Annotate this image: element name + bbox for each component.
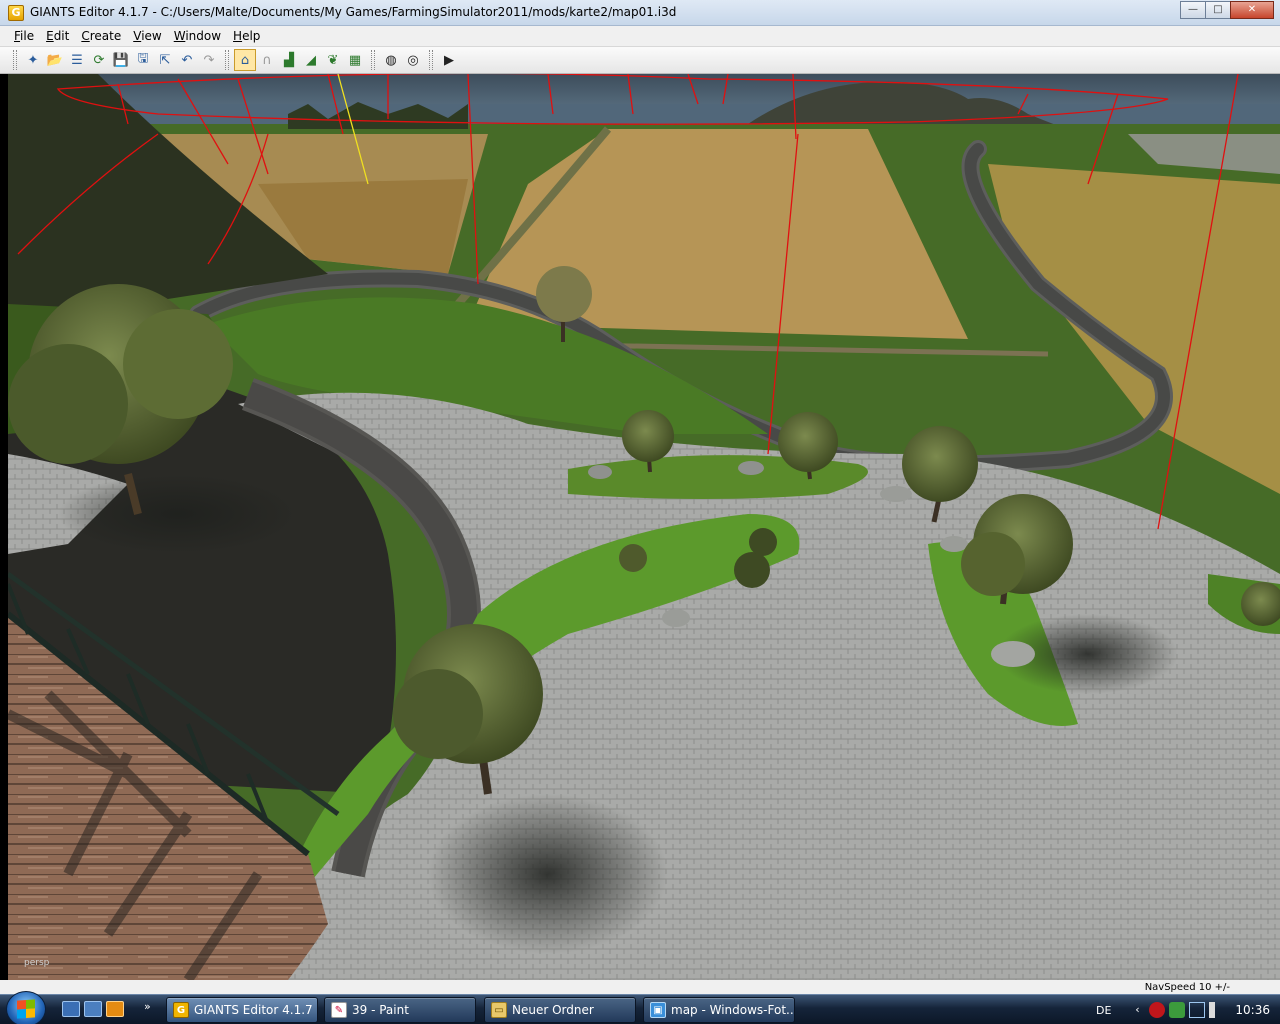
grid-settings-icon: ◎: [407, 52, 419, 68]
language-indicator[interactable]: DE: [1096, 1004, 1111, 1017]
window-title: GIANTS Editor 4.1.7 - C:/Users/Malte/Doc…: [30, 5, 677, 19]
photo-viewer-icon: ▣: [650, 1002, 666, 1018]
export-icon: ⇱: [159, 52, 171, 68]
minimize-icon: —: [1188, 4, 1198, 15]
task-label: map - Windows-Fot...: [671, 1003, 795, 1017]
snap-button[interactable]: ∩: [256, 49, 278, 71]
menu-window[interactable]: Window: [168, 29, 227, 43]
grid-settings-button[interactable]: ◎: [402, 49, 424, 71]
show-hidden-icons-icon[interactable]: ‹: [1129, 1002, 1145, 1018]
close-icon: ✕: [1247, 4, 1257, 15]
play-button[interactable]: ▶: [438, 49, 460, 71]
antivirus-icon[interactable]: [1149, 1002, 1166, 1018]
folder-icon: ▭: [491, 1002, 507, 1018]
close-button[interactable]: ✕: [1230, 1, 1274, 19]
3d-viewport[interactable]: [8, 74, 1280, 980]
task-paint[interactable]: ✎ 39 - Paint: [324, 997, 476, 1023]
toolbar: ✦ 📂 ☰ ⟳ 💾 🖫 ⇱ ↶ ↷ ⌂ ∩ ▟ ◢ ❦ ▦ ◍ ◎ ▶: [0, 47, 1280, 74]
select-mode-button[interactable]: ⌂: [234, 49, 256, 71]
clock[interactable]: 10:36: [1235, 1003, 1270, 1017]
save-as-button[interactable]: 🖫: [132, 49, 154, 71]
menu-edit[interactable]: Edit: [40, 29, 75, 43]
show-desktop-icon[interactable]: [62, 1001, 80, 1017]
menu-help[interactable]: Help: [227, 29, 266, 43]
open-button[interactable]: 📂: [44, 49, 66, 71]
toolbar-grip[interactable]: [13, 50, 17, 70]
paint-icon: ✎: [331, 1002, 347, 1018]
home-icon: ⌂: [240, 52, 250, 68]
task-label: GIANTS Editor 4.1.7 ...: [194, 1003, 318, 1017]
save-all-icon: 🖫: [137, 51, 149, 66]
task-label: Neuer Ordner: [512, 1003, 594, 1017]
terrain-sculpt-button[interactable]: ▟: [278, 49, 300, 71]
toolbar-grip[interactable]: [371, 50, 375, 70]
save-icon: 💾: [112, 52, 130, 68]
menu-view[interactable]: View: [127, 29, 167, 43]
redo-button[interactable]: ↷: [198, 49, 220, 71]
system-tray: DE ‹ 10:36: [1096, 995, 1280, 1024]
export-button[interactable]: ⇱: [154, 49, 176, 71]
network-icon[interactable]: [1189, 1002, 1206, 1018]
menu-bar: File Edit Create View Window Help: [0, 26, 1280, 47]
terrain-paint-button[interactable]: ◢: [300, 49, 322, 71]
terrain-info-button[interactable]: ▦: [344, 49, 366, 71]
task-photo-viewer[interactable]: ▣ map - Windows-Fot...: [643, 997, 795, 1023]
menu-file[interactable]: File: [8, 29, 40, 43]
terrain-paint-icon: ◢: [306, 52, 316, 68]
redo-icon: ↷: [203, 52, 215, 68]
terrain-info-icon: ▦: [348, 52, 362, 68]
save-button[interactable]: 💾: [110, 49, 132, 71]
camera-label: persp: [24, 958, 50, 968]
list-icon: ☰: [71, 52, 83, 68]
task-label: 39 - Paint: [352, 1003, 409, 1017]
toolbar-grip[interactable]: [225, 50, 229, 70]
task-giants-editor[interactable]: G GIANTS Editor 4.1.7 ...: [166, 997, 318, 1023]
scenegraph-button[interactable]: ☰: [66, 49, 88, 71]
undo-icon: ↶: [181, 52, 193, 68]
navspeed-readout: NavSpeed 10 +/-: [1144, 982, 1230, 993]
title-bar[interactable]: G GIANTS Editor 4.1.7 - C:/Users/Malte/D…: [0, 0, 1280, 26]
quick-launch: [62, 1001, 124, 1017]
switch-windows-icon[interactable]: [84, 1001, 102, 1017]
minimize-button[interactable]: —: [1180, 1, 1206, 19]
maximize-button[interactable]: □: [1205, 1, 1231, 19]
menu-create[interactable]: Create: [75, 29, 127, 43]
window-controls: — □ ✕: [1180, 1, 1274, 19]
toolbar-grip[interactable]: [429, 50, 433, 70]
reload-button[interactable]: ⟳: [88, 49, 110, 71]
status-bar: NavSpeed 10 +/-: [0, 980, 1280, 994]
magnet-icon: ∩: [262, 52, 272, 68]
giants-app-icon: G: [8, 5, 24, 21]
undo-button[interactable]: ↶: [176, 49, 198, 71]
foliage-icon: ❦: [327, 52, 339, 68]
volume-icon[interactable]: [1209, 1002, 1225, 1018]
scene-render[interactable]: [8, 74, 1280, 980]
media-player-icon[interactable]: [106, 1001, 124, 1017]
giants-app-icon: G: [173, 1002, 189, 1018]
windows-logo-icon: [17, 999, 35, 1019]
task-explorer-folder[interactable]: ▭ Neuer Ordner: [484, 997, 636, 1023]
play-icon: ▶: [444, 52, 454, 68]
windows-taskbar: » G GIANTS Editor 4.1.7 ... ✎ 39 - Paint…: [0, 991, 1280, 1024]
terrain-icon: ▟: [284, 52, 294, 68]
start-button[interactable]: [6, 991, 46, 1024]
grid-button[interactable]: ◍: [380, 49, 402, 71]
foliage-paint-button[interactable]: ❦: [322, 49, 344, 71]
new-icon: ✦: [27, 52, 39, 68]
new-scene-button[interactable]: ✦: [22, 49, 44, 71]
grid-icon: ◍: [385, 52, 397, 68]
quick-launch-more-icon[interactable]: »: [144, 1000, 151, 1013]
maximize-icon: □: [1213, 4, 1223, 15]
reload-icon: ⟳: [93, 52, 105, 68]
tray-app-icon[interactable]: [1169, 1002, 1186, 1018]
open-folder-icon: 📂: [46, 52, 64, 68]
